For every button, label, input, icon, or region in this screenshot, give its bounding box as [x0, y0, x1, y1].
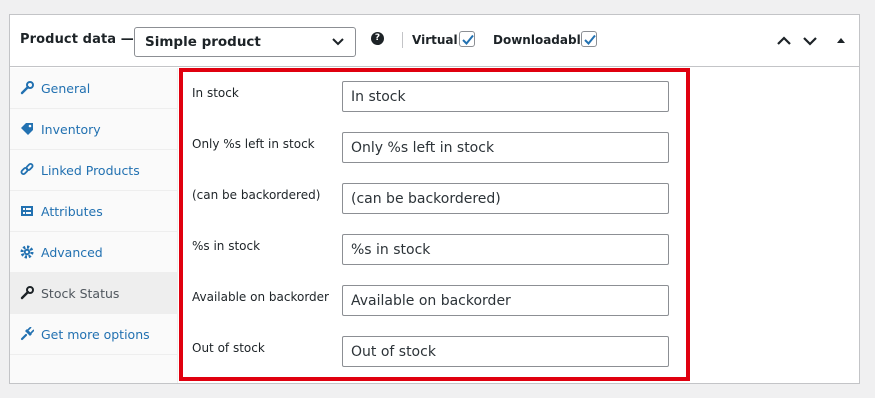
available-on-backorder-input[interactable]: [342, 285, 669, 316]
tab-linked-products[interactable]: Linked Products: [10, 150, 178, 191]
tab-label: Inventory: [41, 122, 101, 137]
help-icon[interactable]: ?: [371, 32, 384, 45]
in-stock-input[interactable]: [342, 81, 669, 112]
field-label-available-on-backorder: Available on backorder: [192, 290, 329, 304]
tab-label: Attributes: [41, 204, 103, 219]
table-icon: [21, 206, 33, 216]
checkmark-icon: [462, 34, 474, 45]
tab-attributes[interactable]: Attributes: [10, 191, 178, 232]
collapse-toggle-icon[interactable]: [832, 33, 850, 49]
can-be-backordered-input[interactable]: [342, 183, 669, 214]
tab-advanced[interactable]: Advanced: [10, 232, 178, 273]
move-up-icon[interactable]: [775, 33, 793, 49]
field-label-out-of-stock: Out of stock: [192, 341, 265, 355]
field-label-in-stock: In stock: [192, 86, 239, 100]
gear-icon: [20, 245, 34, 259]
tab-label: Advanced: [41, 245, 103, 260]
header-divider: [402, 32, 403, 48]
virtual-label: Virtual:: [412, 33, 463, 47]
product-data-header: Product data — Simple product ? Virtual:…: [10, 15, 859, 67]
product-type-select[interactable]: Simple product: [134, 27, 356, 57]
product-data-tabs: General Inventory Linked Products Attrib…: [10, 68, 178, 383]
product-data-title: Product data —: [20, 32, 134, 47]
tab-inventory[interactable]: Inventory: [10, 109, 178, 150]
only-left-input[interactable]: [342, 132, 669, 163]
product-type-value: Simple product: [145, 34, 261, 50]
out-of-stock-input[interactable]: [342, 336, 669, 367]
highlight-box: [179, 68, 690, 381]
tab-label: Get more options: [41, 327, 150, 342]
field-label-count-in-stock: %s in stock: [192, 239, 261, 253]
tag-icon: [21, 123, 33, 135]
field-label-only-left: Only %s left in stock: [192, 137, 315, 151]
count-in-stock-input[interactable]: [342, 234, 669, 265]
tab-label: General: [41, 81, 91, 96]
tab-general[interactable]: General: [10, 68, 178, 109]
move-down-icon[interactable]: [801, 33, 819, 49]
tab-get-more-options[interactable]: Get more options: [10, 314, 178, 355]
chevron-down-icon: [332, 38, 344, 46]
downloadable-label: Downloadable:: [493, 33, 594, 47]
tab-stock-status[interactable]: Stock Status: [10, 273, 178, 314]
wrench-icon: [20, 286, 34, 300]
link-icon: [20, 163, 34, 175]
plugin-icon: [20, 327, 34, 341]
field-label-can-be-backordered: (can be backordered): [192, 188, 321, 202]
virtual-checkbox[interactable]: [459, 31, 475, 47]
downloadable-checkbox[interactable]: [581, 31, 597, 47]
tab-label: Stock Status: [41, 286, 120, 301]
tab-label: Linked Products: [41, 163, 140, 178]
wrench-icon: [20, 81, 34, 95]
checkmark-icon: [584, 34, 596, 45]
